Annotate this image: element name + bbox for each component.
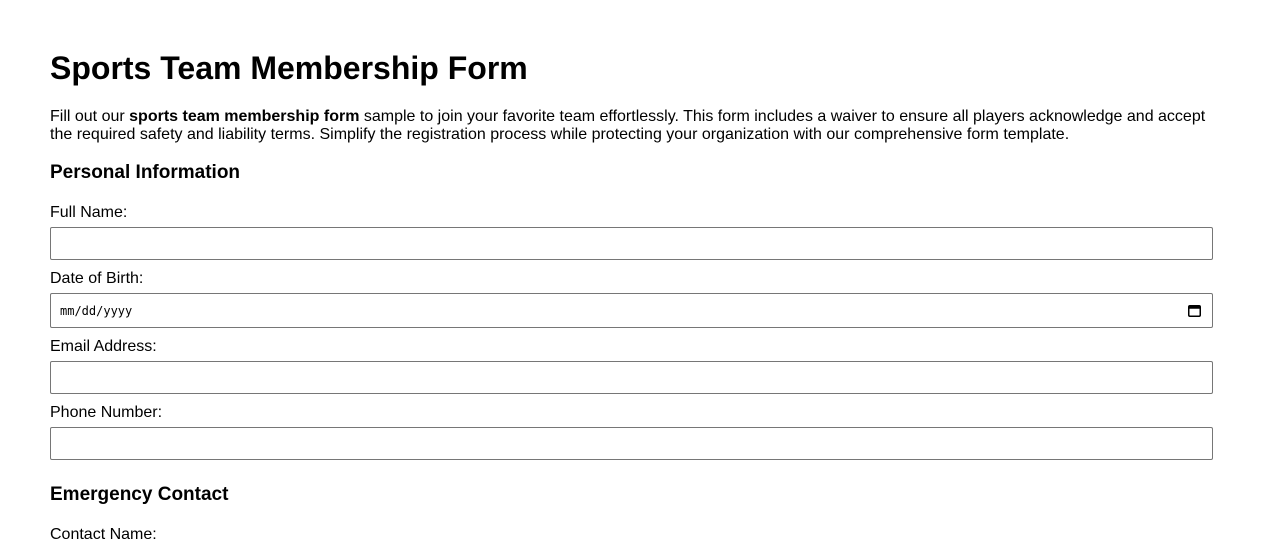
intro-paragraph: Fill out our sports team membership form… bbox=[50, 108, 1213, 144]
intro-emphasis: sports team membership form bbox=[129, 108, 360, 125]
full-name-label: Full Name: bbox=[50, 204, 128, 221]
calendar-icon[interactable] bbox=[1188, 304, 1201, 317]
phone-input[interactable] bbox=[50, 427, 1213, 460]
section-heading-emergency: Emergency Contact bbox=[50, 484, 229, 505]
dob-input[interactable]: mm/dd/yyyy bbox=[50, 293, 1213, 328]
page-title: Sports Team Membership Form bbox=[50, 50, 528, 86]
dob-label: Date of Birth: bbox=[50, 270, 144, 287]
email-input[interactable] bbox=[50, 361, 1213, 394]
email-label: Email Address: bbox=[50, 338, 157, 355]
section-heading-personal: Personal Information bbox=[50, 162, 241, 183]
intro-prefix: Fill out our bbox=[50, 108, 130, 125]
full-name-input[interactable] bbox=[50, 227, 1213, 260]
dob-placeholder: mm/dd/yyyy bbox=[60, 304, 133, 318]
contact-name-label: Contact Name: bbox=[50, 526, 157, 543]
phone-label: Phone Number: bbox=[50, 404, 163, 421]
